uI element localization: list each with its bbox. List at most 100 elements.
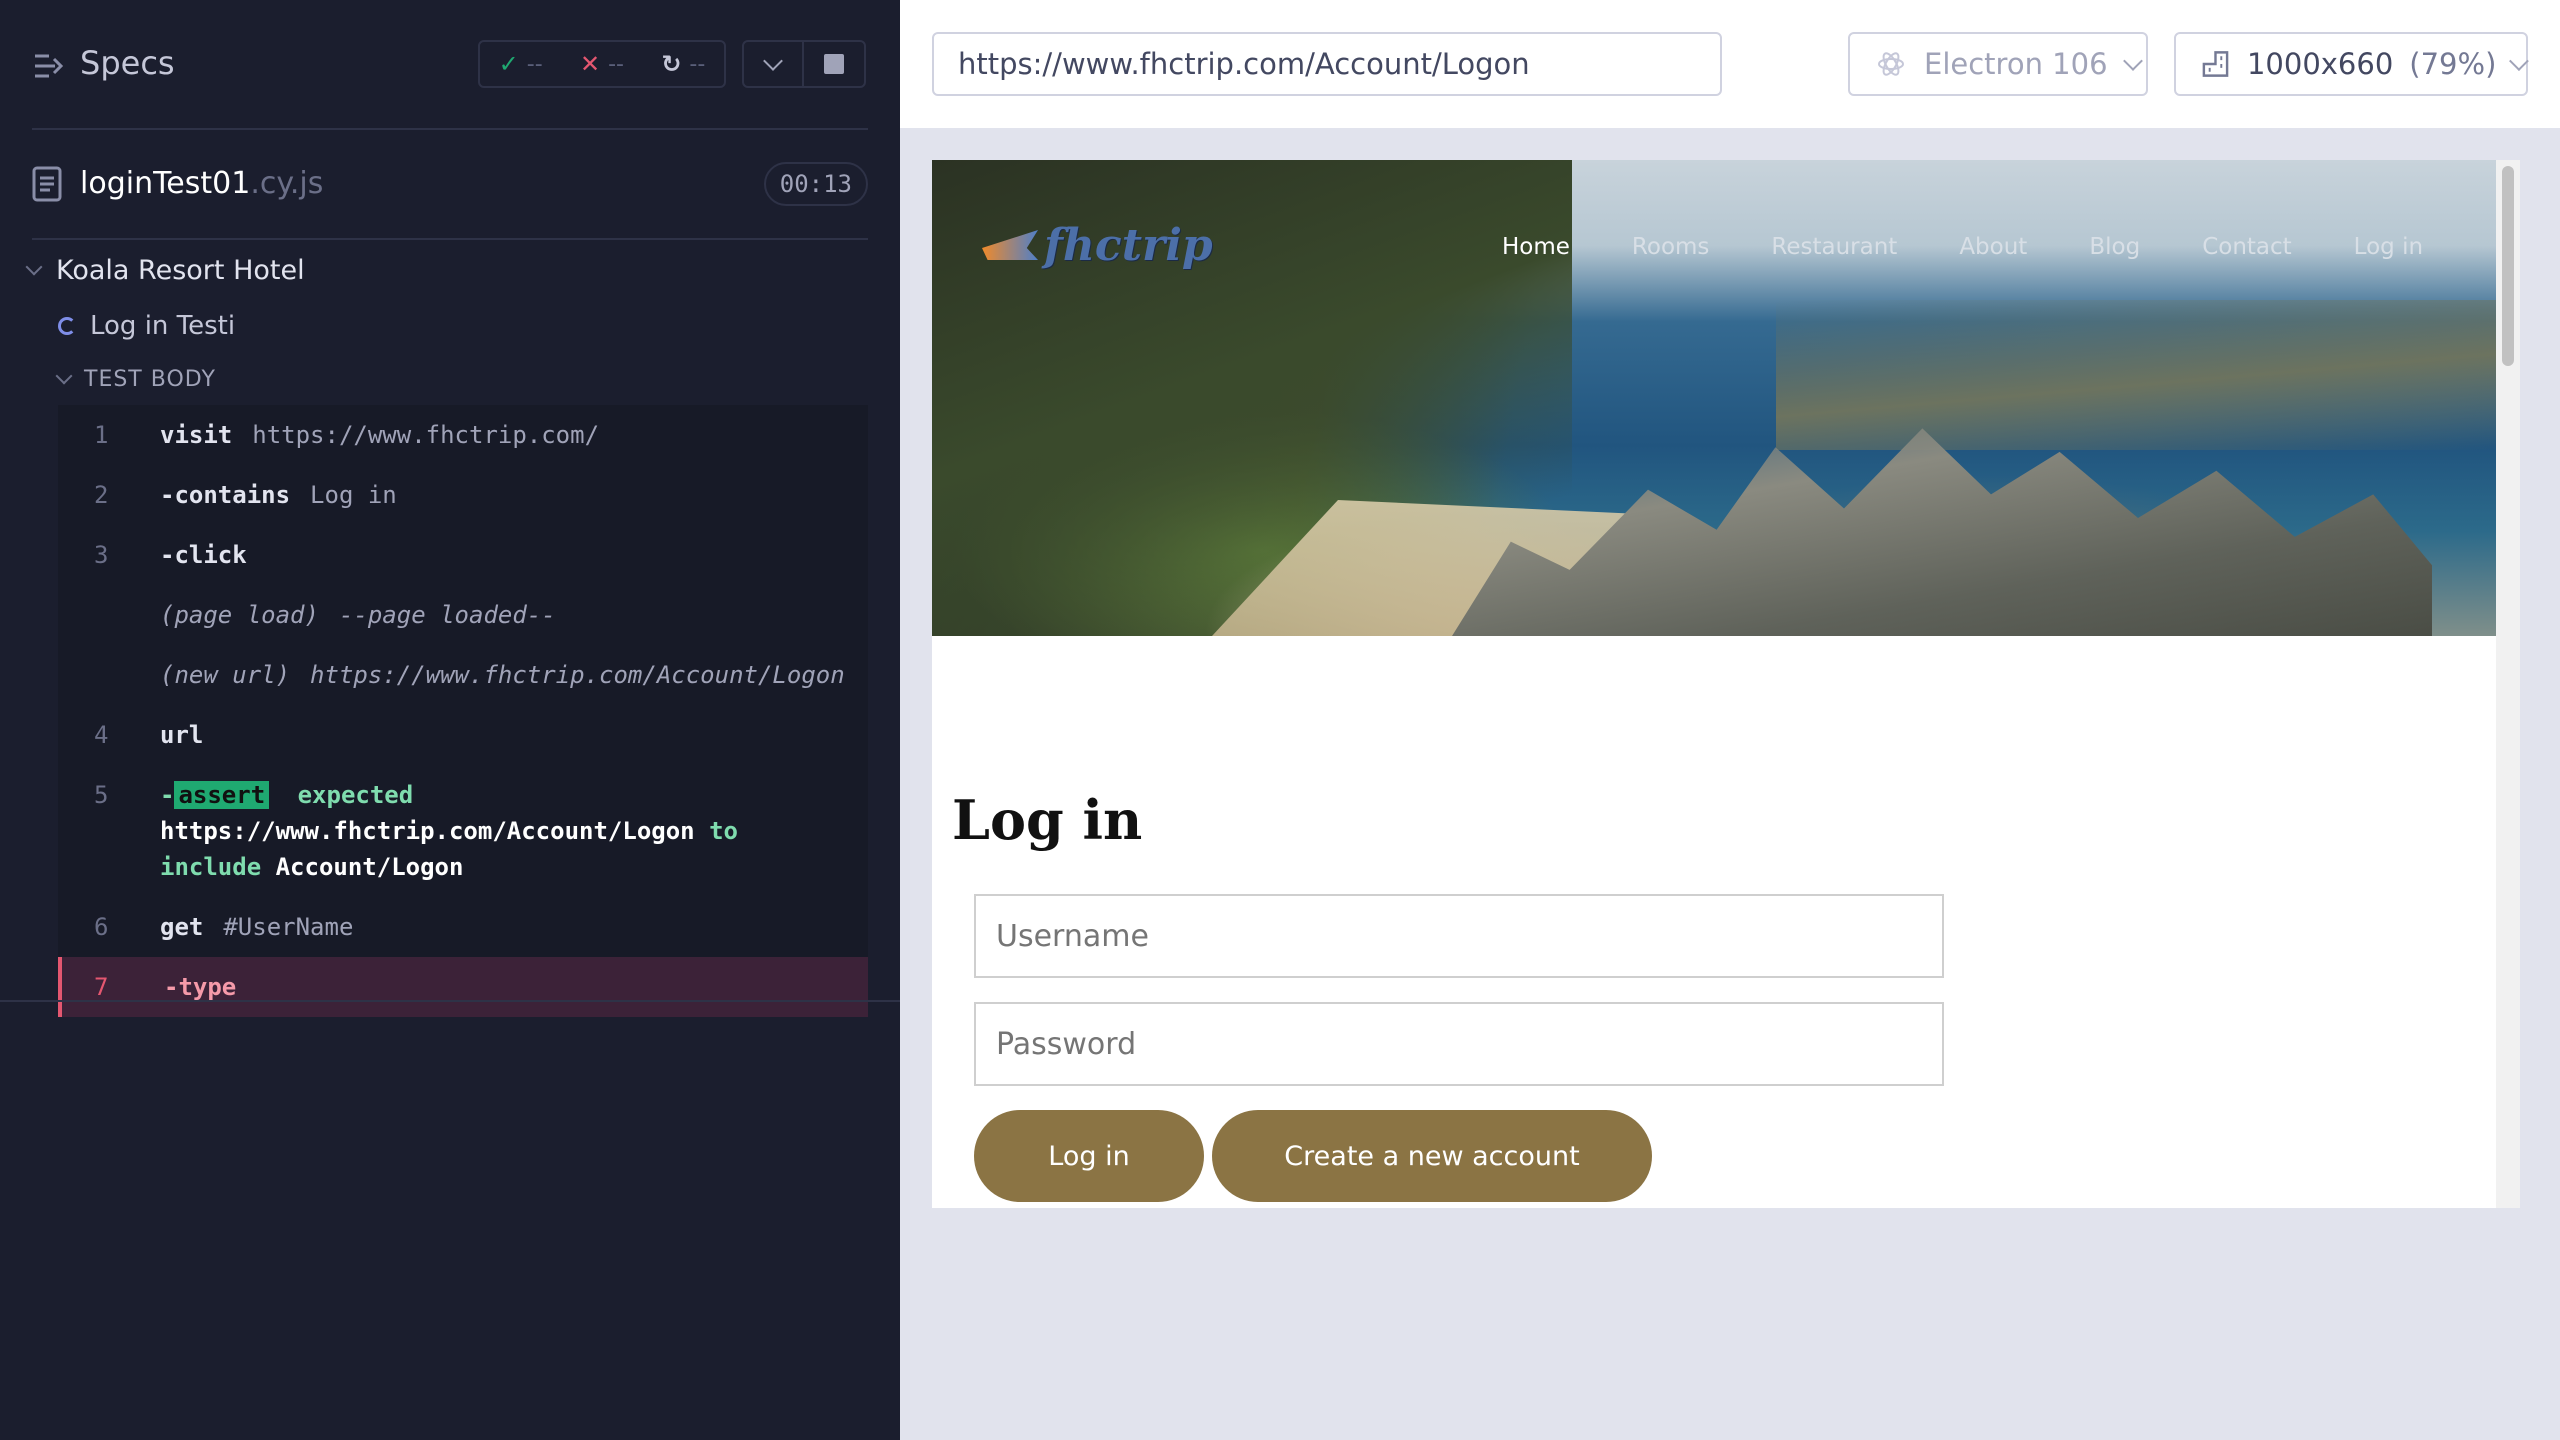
chevron-down-icon — [2122, 51, 2143, 71]
aut-toolbar: https://www.fhctrip.com/Account/Logon El… — [900, 0, 2560, 128]
nav-about[interactable]: About — [1959, 234, 2027, 260]
passed-count: -- — [526, 51, 543, 77]
assert-expected: expected — [297, 781, 414, 809]
spec-file-name[interactable]: loginTest01.cy.js — [80, 166, 323, 201]
command-number: 1 — [94, 421, 109, 449]
site-logo[interactable]: fhctrip — [982, 219, 1213, 271]
spec-name-text: loginTest01 — [80, 166, 251, 201]
command-number: 4 — [94, 721, 109, 749]
pending-stat: ↻ -- — [661, 50, 705, 78]
spec-extension: .cy.js — [250, 166, 324, 201]
suite-title[interactable]: Koala Resort Hotel — [25, 250, 305, 290]
assert-tag: assert — [174, 781, 270, 809]
stop-icon — [824, 54, 844, 74]
nav-contact[interactable]: Contact — [2202, 234, 2291, 260]
suite-name: Koala Resort Hotel — [56, 254, 305, 286]
stop-button[interactable] — [802, 40, 866, 88]
test-stats: ✓ -- ✕ -- ↻ -- — [478, 40, 726, 88]
ruler-icon — [2202, 51, 2229, 77]
login-button[interactable]: Log in — [974, 1110, 1204, 1202]
app-under-test-frame: fhctrip Home Rooms Restaurant About Blog… — [932, 160, 2520, 1208]
x-icon: ✕ — [579, 50, 601, 78]
running-icon — [58, 317, 76, 335]
url-bar[interactable]: https://www.fhctrip.com/Account/Logon — [932, 32, 1722, 96]
command-name: url — [160, 721, 204, 749]
event-message: https://www.fhctrip.com/Account/Logon — [310, 661, 845, 689]
command-row[interactable]: 4 url — [58, 705, 868, 765]
site-nav: Home Rooms Restaurant About Blog Contact… — [1502, 234, 2423, 260]
command-name: get — [160, 913, 204, 941]
failed-count: -- — [608, 51, 624, 77]
command-prefix: - — [160, 781, 175, 809]
command-event-row[interactable]: (new url) https://www.fhctrip.com/Account… — [58, 645, 868, 705]
hero-cliff-right — [1776, 300, 2496, 450]
assert-to: to — [709, 817, 738, 845]
divider — [0, 1000, 900, 1002]
nav-rooms[interactable]: Rooms — [1632, 234, 1709, 260]
command-row-assert[interactable]: 5 - assert expected https://www.fhctrip.co… — [58, 765, 868, 897]
password-input[interactable]: Password — [974, 1002, 1944, 1086]
browser-name: Electron 106 — [1924, 47, 2108, 81]
test-body-header[interactable]: TEST BODY — [55, 362, 216, 396]
command-log: 1 visit https://www.fhctrip.com/ 2 -conta… — [58, 405, 868, 1017]
electron-icon — [1878, 52, 1904, 76]
failed-stat: ✕ -- — [580, 50, 624, 78]
assert-target: Account/Logon — [275, 853, 464, 881]
chevron-down-icon — [55, 367, 73, 385]
command-message: #UserName — [223, 913, 354, 941]
command-name: contains — [174, 481, 291, 509]
nav-login[interactable]: Log in — [2354, 234, 2423, 260]
command-row[interactable]: 2 -contains Log in — [58, 465, 868, 525]
username-input[interactable]: Username — [974, 894, 1944, 978]
scrollbar[interactable] — [2496, 160, 2520, 1208]
browser-selector[interactable]: Electron 106 — [1848, 32, 2148, 96]
command-number: 2 — [94, 481, 109, 509]
divider — [32, 128, 868, 130]
viewport-size: 1000x660 — [2246, 47, 2394, 81]
create-account-button[interactable]: Create a new account — [1212, 1110, 1652, 1202]
command-row[interactable]: 1 visit https://www.fhctrip.com/ — [58, 405, 868, 465]
check-icon: ✓ — [498, 50, 519, 78]
specs-header: Specs ✓ -- ✕ -- ↻ -- — [0, 0, 900, 130]
spec-file-row: loginTest01.cy.js 00:13 — [32, 160, 868, 210]
command-name: type — [178, 973, 237, 1001]
command-row-active[interactable]: 7 -type — [58, 957, 868, 1017]
chevron-down-icon — [2509, 51, 2529, 71]
divider — [32, 238, 868, 240]
command-message: Log in — [310, 481, 397, 509]
nav-blog[interactable]: Blog — [2089, 234, 2140, 260]
hero-image: fhctrip Home Rooms Restaurant About Blog… — [932, 160, 2496, 636]
command-row[interactable]: 6 get #UserName — [58, 897, 868, 957]
test-body-label: TEST BODY — [84, 366, 216, 392]
specs-title[interactable]: Specs — [80, 44, 175, 82]
pending-count: -- — [689, 51, 706, 77]
command-row[interactable]: 3 -click — [58, 525, 868, 585]
viewport-info[interactable]: 1000x660 (79%) — [2174, 32, 2529, 96]
logo-text: fhctrip — [1044, 219, 1213, 271]
test-name: Log in Testi — [90, 311, 236, 341]
command-message: https://www.fhctrip.com/ — [252, 421, 600, 449]
logo-swoosh-icon — [982, 230, 1038, 260]
spec-duration-badge: 00:13 — [763, 162, 868, 206]
command-number: 5 — [94, 781, 109, 809]
nav-home[interactable]: Home — [1502, 234, 1570, 260]
nav-restaurant[interactable]: Restaurant — [1771, 234, 1897, 260]
scrollbar-thumb[interactable] — [2502, 166, 2514, 366]
page-title: Log in — [952, 788, 1143, 852]
passed-stat: ✓ -- — [499, 50, 543, 78]
command-number: 6 — [94, 913, 109, 941]
command-number: 3 — [94, 541, 109, 569]
assert-include: include — [160, 853, 262, 881]
spinner-icon: ↻ — [661, 50, 682, 78]
specs-menu-icon[interactable] — [32, 50, 64, 82]
command-prefix: - — [160, 541, 175, 569]
command-prefix: - — [160, 481, 175, 509]
command-name: visit — [160, 421, 233, 449]
event-name: (new url) — [160, 661, 291, 689]
toggle-auto-scroll-button[interactable] — [742, 40, 804, 88]
viewport-zoom: (79%) — [2409, 47, 2497, 81]
chevron-down-icon — [25, 258, 43, 276]
reporter-panel: Specs ✓ -- ✕ -- ↻ -- loginTest01.cy.js 0… — [0, 0, 900, 1440]
command-event-row[interactable]: (page load) --page loaded-- — [58, 585, 868, 645]
test-title[interactable]: Log in Testi — [58, 306, 235, 346]
